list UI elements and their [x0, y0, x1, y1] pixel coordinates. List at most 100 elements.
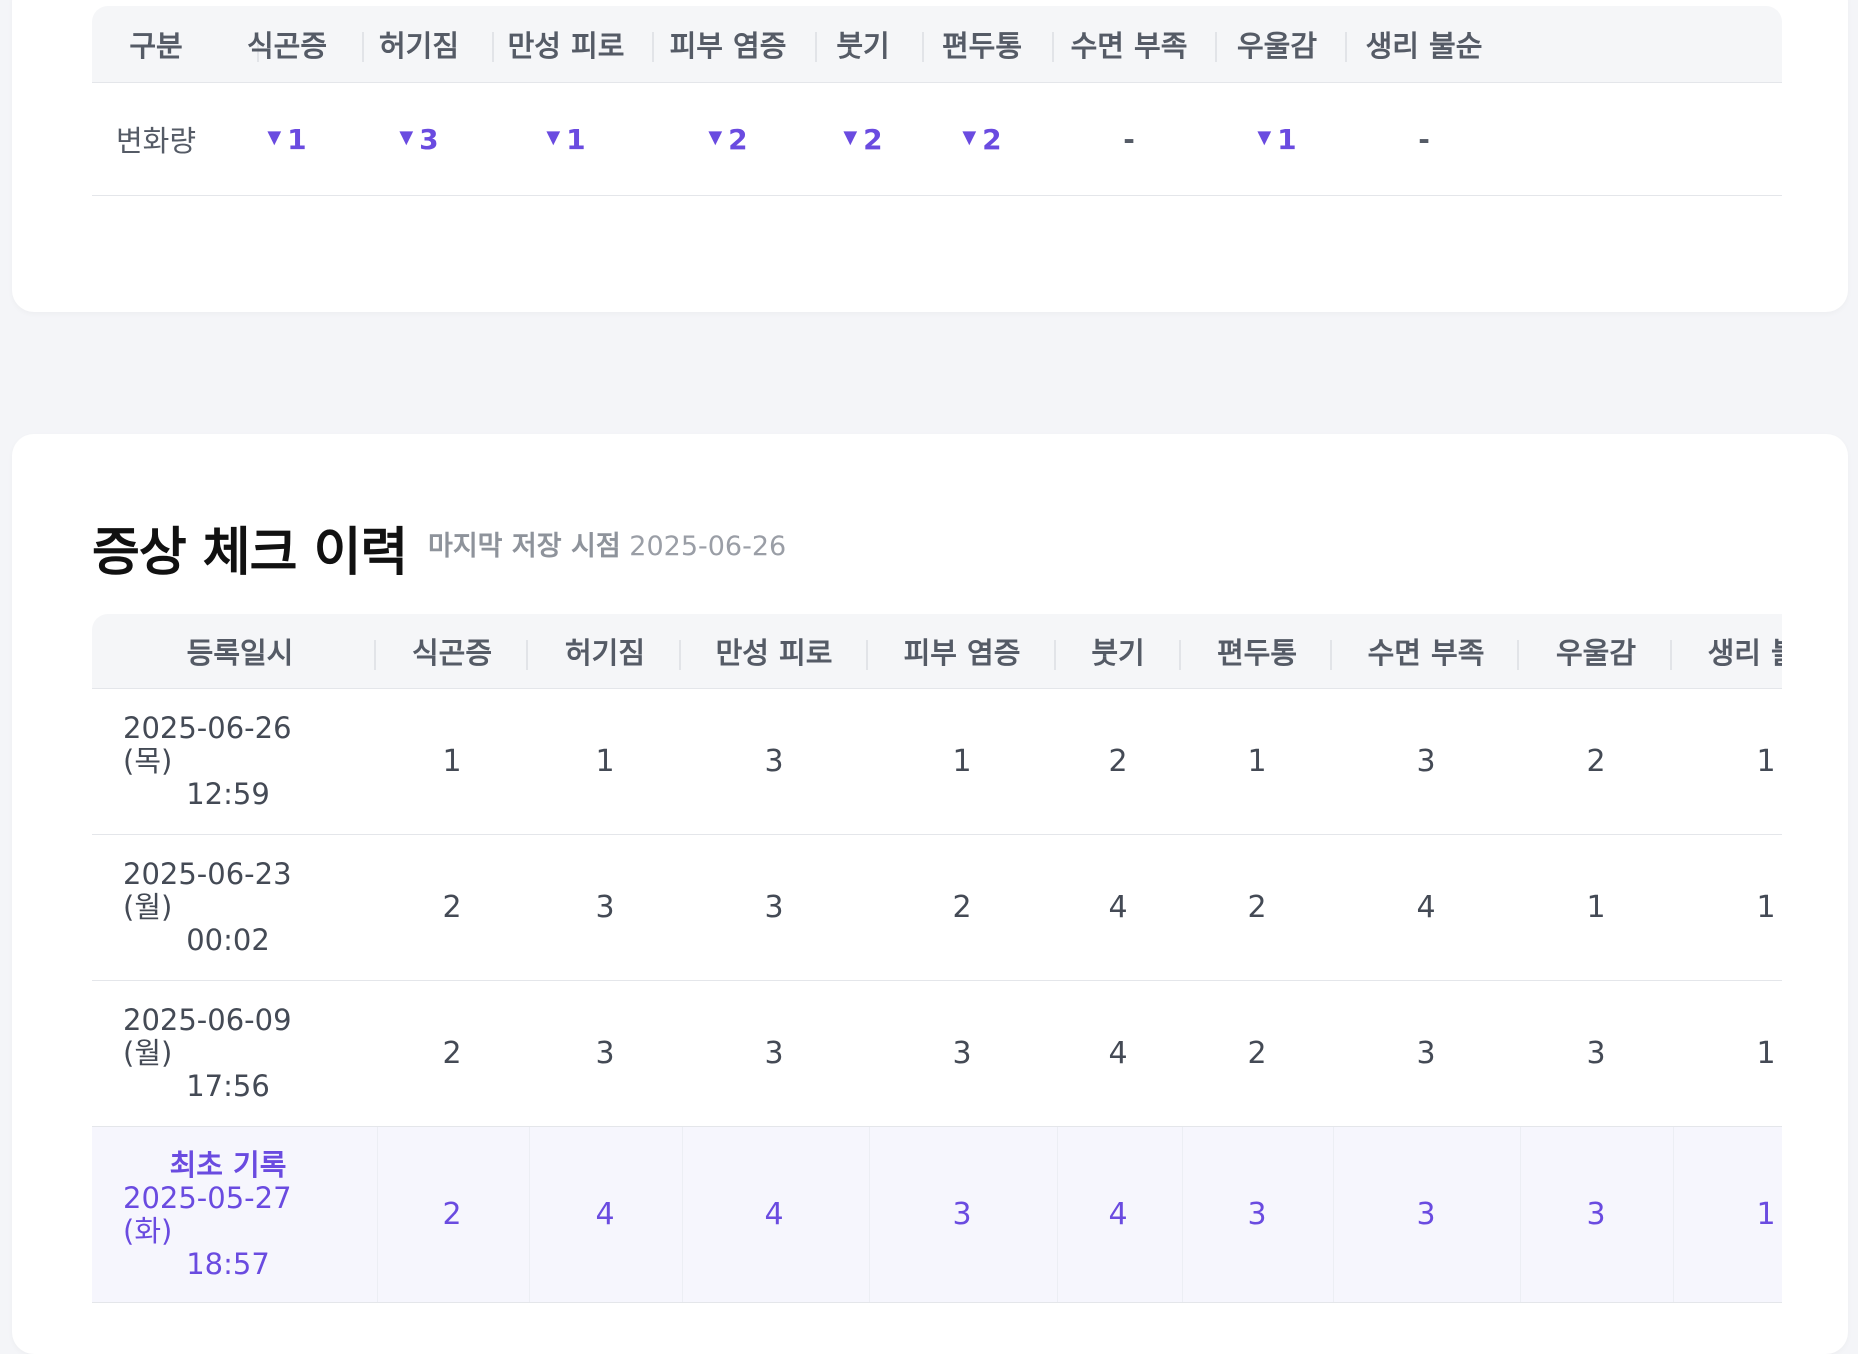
down-arrow-icon: ▼ — [267, 126, 282, 148]
row-time: 18:57 — [186, 1246, 270, 1281]
down-arrow-icon: ▼ — [708, 126, 723, 148]
value-drowsiness: 2 — [442, 1197, 462, 1232]
header-divider — [815, 32, 817, 62]
column-divider — [1673, 1127, 1674, 1302]
history-table[interactable]: 등록일시 식곤증 허기짐 만성 피로 피부 염증 붓기 편두통 수면 부족 우울… — [12, 434, 1782, 1354]
value-sleep-deprivation: 4 — [1416, 890, 1436, 925]
history-header-skin-inflammation: 피부 염증 — [903, 636, 1021, 670]
down-arrow-icon: ▼ — [399, 126, 414, 148]
row-date: 2025-06-09 (월) — [123, 1003, 292, 1070]
change-drowsiness: ▼ 1 — [267, 122, 307, 156]
value-chronic-fatigue: 3 — [764, 744, 784, 779]
history-header-date: 등록일시 — [186, 636, 294, 670]
history-header-hunger: 허기짐 — [564, 636, 646, 670]
value-swelling: 4 — [1108, 1036, 1128, 1071]
value-migraine: 2 — [1247, 890, 1267, 925]
history-header-migraine: 편두통 — [1216, 636, 1298, 670]
row-datetime: 2025-06-23 (월) 00:02 — [123, 835, 333, 980]
row-time: 17:56 — [186, 1069, 270, 1103]
value-hunger: 1 — [595, 744, 615, 779]
header-divider — [1215, 32, 1217, 62]
value-chronic-fatigue: 4 — [764, 1197, 784, 1232]
value-migraine: 3 — [1247, 1197, 1267, 1232]
row-time: 00:02 — [186, 923, 270, 957]
summary-header-hunger: 허기짐 — [378, 29, 460, 63]
change-swelling: ▼ 2 — [843, 122, 883, 156]
first-record-label: 최초 기록 — [169, 1147, 287, 1182]
summary-header-migraine: 편두통 — [941, 29, 1023, 63]
header-divider — [374, 640, 376, 670]
value-hunger: 4 — [595, 1197, 615, 1232]
table-row: 2025-06-26 (목) 12:59 1 1 3 1 2 1 3 2 1 — [92, 689, 1782, 835]
change-sleep-deprivation: - — [1123, 122, 1135, 156]
column-divider — [869, 1127, 870, 1302]
value-hunger: 3 — [595, 890, 615, 925]
down-arrow-icon: ▼ — [546, 126, 561, 148]
value-depression: 3 — [1586, 1197, 1606, 1232]
value-menstrual-irregularity: 1 — [1756, 1036, 1776, 1071]
summary-header-skin-inflammation: 피부 염증 — [669, 29, 787, 63]
column-divider — [529, 1127, 530, 1302]
header-divider — [362, 32, 364, 62]
column-divider — [1520, 1127, 1521, 1302]
value-skin-inflammation: 3 — [952, 1197, 972, 1232]
row-time: 12:59 — [186, 777, 270, 811]
column-divider — [1333, 1127, 1334, 1302]
value-skin-inflammation: 1 — [952, 744, 972, 779]
summary-row-label: 변화량 — [115, 124, 197, 158]
row-date: 2025-05-27 (화) — [123, 1180, 292, 1248]
column-divider — [377, 1127, 378, 1302]
value-drowsiness: 2 — [442, 890, 462, 925]
header-divider — [1330, 640, 1332, 670]
summary-change-row: 변화량 ▼ 1 ▼ 3 ▼ 1 ▼ 2 ▼ 2 ▼ 2 - ▼ 1 - — [92, 83, 1782, 196]
table-row: 2025-06-09 (월) 17:56 2 3 3 3 4 2 3 3 1 — [92, 981, 1782, 1127]
down-arrow-icon: ▼ — [1257, 126, 1272, 148]
value-sleep-deprivation: 3 — [1416, 744, 1436, 779]
summary-header-depression: 우울감 — [1236, 29, 1318, 63]
row-datetime: 최초 기록 2025-05-27 (화) 18:57 — [123, 1127, 333, 1302]
change-summary-card: 구분 식곤증 허기짐 만성 피로 피부 염증 붓기 편두통 수면 부족 우울감 … — [12, 0, 1848, 312]
header-divider — [652, 32, 654, 62]
header-divider — [1179, 640, 1181, 670]
summary-header-chronic-fatigue: 만성 피로 — [507, 29, 625, 63]
change-hunger: ▼ 3 — [399, 122, 439, 156]
value-hunger: 3 — [595, 1036, 615, 1071]
value-depression: 1 — [1586, 890, 1606, 925]
history-header-swelling: 붓기 — [1091, 636, 1145, 670]
value-swelling: 2 — [1108, 744, 1128, 779]
value-menstrual-irregularity: 1 — [1756, 1197, 1776, 1232]
history-header-drowsiness: 식곤증 — [411, 636, 493, 670]
table-row-first-record: 최초 기록 2025-05-27 (화) 18:57 2 4 4 3 4 3 3… — [92, 1127, 1782, 1303]
history-header-chronic-fatigue: 만성 피로 — [715, 636, 833, 670]
value-skin-inflammation: 2 — [952, 890, 972, 925]
value-migraine: 2 — [1247, 1036, 1267, 1071]
history-header-sleep-deprivation: 수면 부족 — [1367, 636, 1485, 670]
change-menstrual-irregularity: - — [1418, 122, 1430, 156]
summary-header-drowsiness: 식곤증 — [246, 29, 328, 63]
value-drowsiness: 1 — [442, 744, 462, 779]
symptom-history-card: 증상 체크 이력 마지막 저장 시점 2025-06-26 등록일시 식곤증 허… — [12, 434, 1848, 1354]
value-migraine: 1 — [1247, 744, 1267, 779]
value-swelling: 4 — [1108, 890, 1128, 925]
header-divider — [679, 640, 681, 670]
history-header-menstrual-irregularity: 생리 불순 — [1707, 636, 1782, 670]
summary-header-swelling: 붓기 — [836, 29, 890, 63]
header-divider — [1052, 32, 1054, 62]
row-date: 2025-06-23 (월) — [123, 857, 292, 924]
header-divider — [1054, 640, 1056, 670]
change-chronic-fatigue: ▼ 1 — [546, 122, 586, 156]
header-divider — [866, 640, 868, 670]
value-sleep-deprivation: 3 — [1416, 1036, 1436, 1071]
value-drowsiness: 2 — [442, 1036, 462, 1071]
header-divider — [1670, 640, 1672, 670]
value-skin-inflammation: 3 — [952, 1036, 972, 1071]
header-divider — [492, 32, 494, 62]
value-swelling: 4 — [1108, 1197, 1128, 1232]
history-header-depression: 우울감 — [1555, 636, 1637, 670]
header-divider — [526, 640, 528, 670]
value-depression: 2 — [1586, 744, 1606, 779]
header-divider — [1345, 32, 1347, 62]
column-divider — [1057, 1127, 1058, 1302]
history-table-header: 등록일시 식곤증 허기짐 만성 피로 피부 염증 붓기 편두통 수면 부족 우울… — [92, 614, 1782, 689]
down-arrow-icon: ▼ — [843, 126, 858, 148]
